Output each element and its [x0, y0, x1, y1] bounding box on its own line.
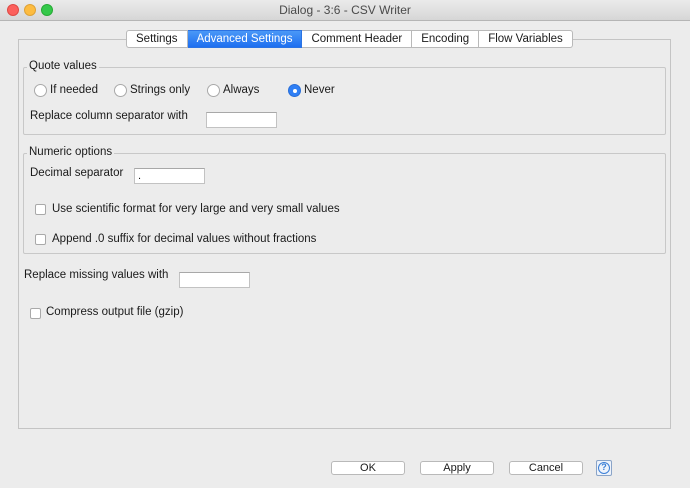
tab-advanced-settings[interactable]: Advanced Settings — [187, 30, 303, 48]
append-suffix-label: Append .0 suffix for decimal values with… — [52, 233, 317, 245]
help-button[interactable]: ? — [596, 460, 612, 476]
column-separator-label: Replace column separator with — [30, 110, 188, 122]
ok-button[interactable]: OK — [331, 461, 405, 475]
cancel-button[interactable]: Cancel — [509, 461, 583, 475]
compress-gzip-label: Compress output file (gzip) — [46, 306, 184, 318]
compress-gzip-checkbox[interactable] — [30, 308, 41, 319]
decimal-separator-input[interactable]: . — [134, 168, 205, 184]
scientific-format-checkbox[interactable] — [35, 204, 46, 215]
missing-values-label: Replace missing values with — [24, 269, 169, 281]
radio-if-needed-label: If needed — [50, 84, 98, 96]
quote-values-legend: Quote values — [27, 60, 99, 72]
tab-settings[interactable]: Settings — [126, 30, 188, 48]
numeric-options-group: Numeric options Decimal separator . Use … — [23, 146, 666, 254]
radio-always[interactable] — [207, 84, 220, 97]
numeric-options-legend: Numeric options — [27, 146, 115, 158]
title-bar: Dialog - 3:6 - CSV Writer — [0, 0, 690, 21]
advanced-settings-panel: Quote values If needed Strings only Alwa… — [18, 39, 671, 429]
column-separator-input[interactable] — [206, 112, 277, 128]
scientific-format-label: Use scientific format for very large and… — [52, 203, 340, 215]
quote-values-group: Quote values If needed Strings only Alwa… — [23, 60, 666, 135]
help-icon: ? — [598, 462, 610, 474]
apply-button[interactable]: Apply — [420, 461, 494, 475]
tab-comment-header[interactable]: Comment Header — [302, 30, 413, 48]
tab-encoding[interactable]: Encoding — [412, 30, 480, 48]
append-suffix-checkbox[interactable] — [35, 234, 46, 245]
radio-strings-only-label: Strings only — [130, 84, 191, 96]
radio-never-label: Never — [304, 84, 335, 96]
radio-strings-only[interactable] — [114, 84, 127, 97]
tab-flow-variables[interactable]: Flow Variables — [479, 30, 573, 48]
radio-always-label: Always — [223, 84, 260, 96]
decimal-separator-label: Decimal separator — [30, 167, 124, 179]
missing-values-input[interactable] — [179, 272, 250, 288]
radio-never[interactable] — [288, 84, 301, 97]
radio-if-needed[interactable] — [34, 84, 47, 97]
window-title: Dialog - 3:6 - CSV Writer — [279, 3, 411, 17]
tab-bar: Settings Advanced Settings Comment Heade… — [126, 30, 573, 48]
